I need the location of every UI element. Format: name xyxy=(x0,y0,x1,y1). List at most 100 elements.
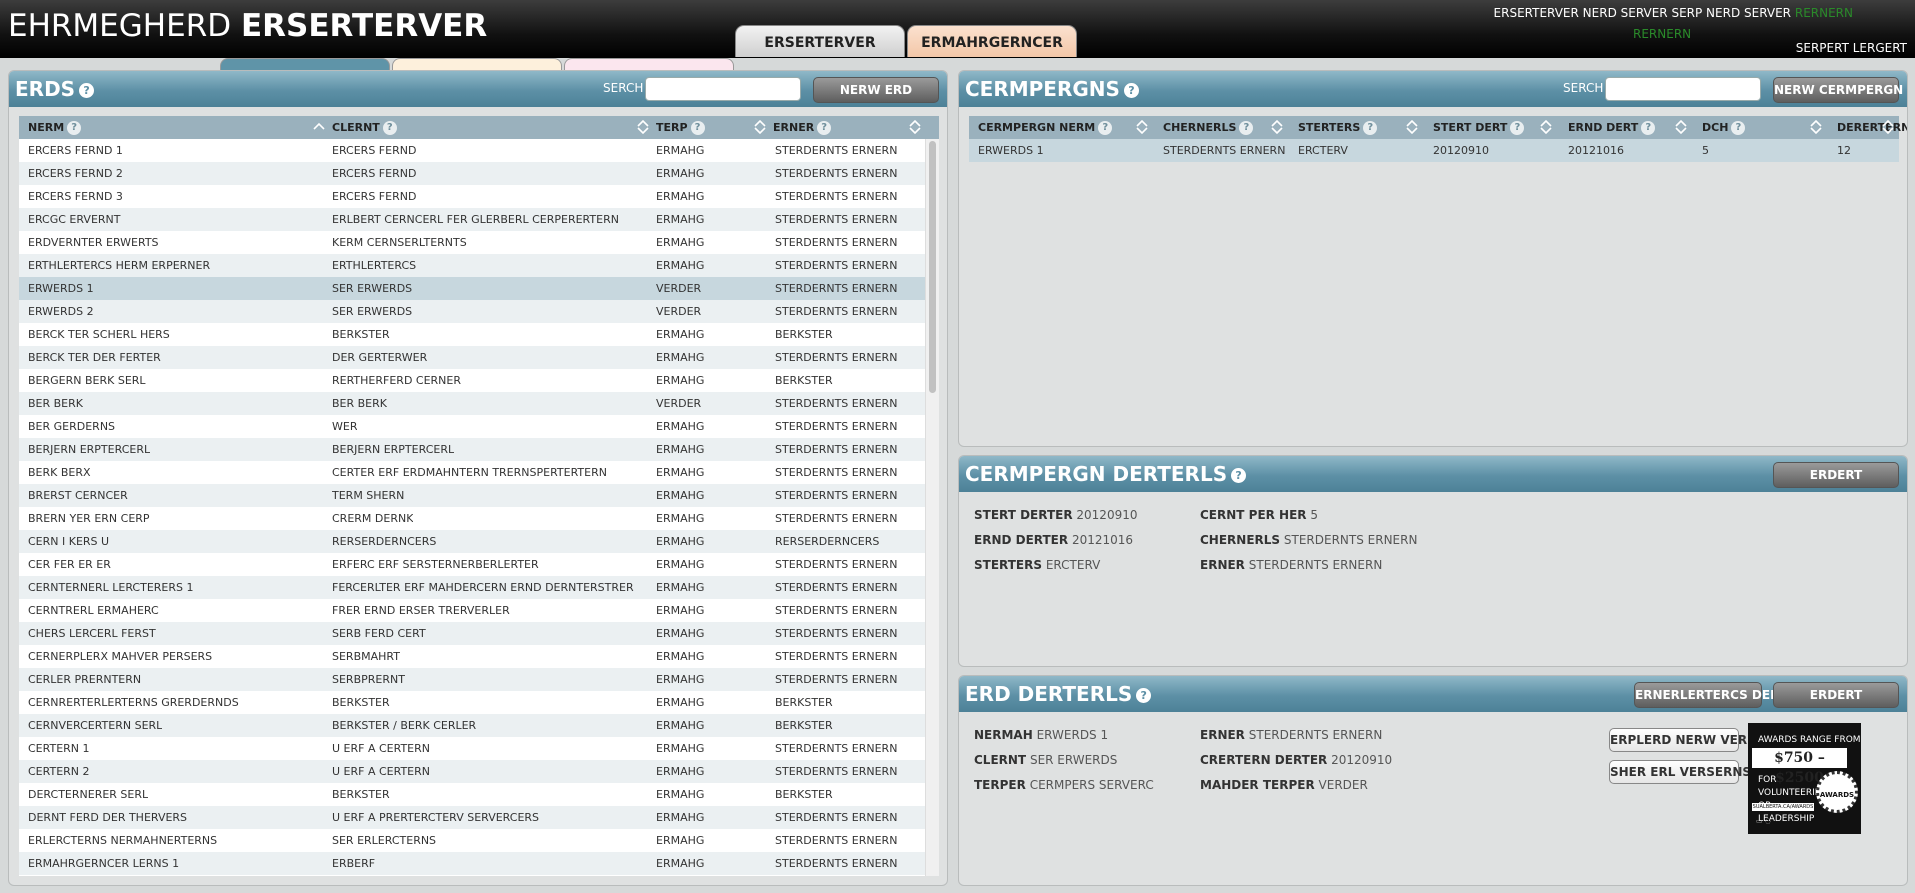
table-row[interactable]: ERWERDS 1 STERDERNTS ERNERN ERCTERV 2012091… xyxy=(969,139,1899,162)
sort-both-icon[interactable] xyxy=(1881,120,1895,134)
table-row[interactable]: ERWERDS 1 SER ERWERDS VERDER STERDERNTS ERN… xyxy=(19,277,925,300)
col-header[interactable]: DERERTERN? xyxy=(1837,116,1907,139)
table-row[interactable]: ERCERS FERND 1 ERCERS FERND ERMAHG STERDERN… xyxy=(19,139,925,162)
table-row[interactable]: CERNTRERL ERMAHERC FRER ERND ERSER TRERVE… xyxy=(19,599,925,622)
col-header[interactable]: DCH? xyxy=(1702,116,1746,139)
table-row[interactable]: ERCGC ERVERNT ERLBERT CERNCERL FER GLERBE… xyxy=(19,208,925,231)
col-header-name[interactable]: NERM? xyxy=(28,116,82,139)
edit-campaign-button[interactable]: ERDERT xyxy=(1773,462,1899,488)
sort-both-icon[interactable] xyxy=(753,120,767,134)
table-row[interactable]: CERN I KERS U RERSERDERNCERS ERMAHG RERSERD… xyxy=(19,530,925,553)
table-row[interactable]: BERCK TER SCHERL HERS BERKSTER ERMAHG BERKS… xyxy=(19,323,925,346)
table-row[interactable]: BERK BERX CERTER ERF ERDMAHNTERN TRERNSPE… xyxy=(19,461,925,484)
help-icon[interactable]: ? xyxy=(79,83,95,98)
help-icon[interactable]: ? xyxy=(1123,83,1139,98)
help-icon[interactable]: ? xyxy=(1363,121,1378,135)
table-cell: ERMAHG xyxy=(656,512,705,525)
help-icon[interactable]: ? xyxy=(1510,121,1525,135)
col-header[interactable]: ERND DERT? xyxy=(1568,116,1656,139)
green-link-1[interactable]: RERNERN xyxy=(1795,6,1853,20)
table-row[interactable]: CHERS LERCERL FERST SERB FERD CERT ERMAHG S… xyxy=(19,622,925,645)
table-row[interactable]: ERCERS FERND 2 ERCERS FERND ERMAHG STERDERN… xyxy=(19,162,925,185)
table-cell: BRERST CERNCER xyxy=(28,489,128,502)
campaign-details-title: CERMPERGN DERTERLS? xyxy=(965,462,1247,486)
help-icon[interactable]: ? xyxy=(1731,121,1746,135)
table-row[interactable]: DERNT FERD DER THERVERS U ERF A PRERTERCT… xyxy=(19,806,925,829)
table-row[interactable]: BERCK TER DER FERTER DER GERTERWER ERMAHG S… xyxy=(19,346,925,369)
help-icon[interactable]: ? xyxy=(817,121,832,135)
table-cell: WER xyxy=(332,420,358,433)
help-icon[interactable]: ? xyxy=(1136,688,1152,703)
table-row[interactable]: BERGERN BERK SERL RERTHERFERD CERNER ERMAH… xyxy=(19,369,925,392)
upload-new-version-button[interactable]: ERPLERD NERW VERSE xyxy=(1609,728,1764,752)
server-link-1[interactable]: ERSERTERVER NERD SERVER xyxy=(1494,6,1668,20)
table-cell: ERMAHG xyxy=(656,857,705,870)
help-icon[interactable]: ? xyxy=(67,121,82,135)
table-row[interactable]: CERTERN 1 U ERF A CERTERN ERMAHG STERDERNTS… xyxy=(19,737,925,760)
sort-both-icon[interactable] xyxy=(1539,120,1553,134)
col-header[interactable]: STERTERS? xyxy=(1298,116,1378,139)
table-row[interactable]: ERLERCTERNS NERMAHNERTERNS SER ERLERCTERN… xyxy=(19,829,925,852)
col-header-type[interactable]: TERP? xyxy=(656,116,705,139)
ads-search-input[interactable] xyxy=(645,77,801,101)
help-icon[interactable]: ? xyxy=(1239,121,1254,135)
tab-erserterver[interactable]: ERSERTERVER xyxy=(735,25,905,57)
green-link-2[interactable]: RERNERN xyxy=(1633,27,1691,41)
campaigns-panel: CERMPERGNS? SERCH NERW CERMPERGN CERMPER… xyxy=(958,70,1908,447)
table-row[interactable]: BERJERN ERPTERCERL BERJERN ERPTERCERL ERMA… xyxy=(19,438,925,461)
col-header-client[interactable]: CLERNT? xyxy=(332,116,397,139)
sort-both-icon[interactable] xyxy=(636,120,650,134)
col-header-owner[interactable]: ERNER? xyxy=(773,116,832,139)
table-row[interactable]: CER FER ER ER ERFERC ERF SERSTERNERBERLER… xyxy=(19,553,925,576)
help-icon[interactable]: ? xyxy=(382,121,397,135)
tab-ermahrgerncer[interactable]: ERMAHRGERNCER xyxy=(907,25,1077,57)
sort-both-icon[interactable] xyxy=(1135,120,1149,134)
help-icon[interactable]: ? xyxy=(1098,121,1113,135)
table-row[interactable]: BER BERK BER BERK VERDER STERDERNTS ERNERN xyxy=(19,392,925,415)
table-row[interactable]: CERNRERTERLERTERNS GRERDERNDS BERKSTER ERM… xyxy=(19,691,925,714)
table-row[interactable]: ERWERDS 2 SER ERWERDS VERDER STERDERNTS ERN… xyxy=(19,300,925,323)
server-link-2[interactable]: SERP NERD SERVER xyxy=(1671,6,1791,20)
ads-scrollbar[interactable] xyxy=(925,139,939,876)
sub-tab-2[interactable] xyxy=(392,58,562,70)
help-icon[interactable]: ? xyxy=(1231,468,1247,483)
table-row[interactable]: ERMAHRGERNCER LERNS 1 ERBERF ERMAHG STERDER… xyxy=(19,852,925,875)
table-row[interactable]: CERLER PRERNTERN SERBPRERNT ERMAHG STERDERN… xyxy=(19,668,925,691)
ads-scrollbar-thumb[interactable] xyxy=(929,141,936,393)
detail-ad-client: CLERNT SER ERWERDS xyxy=(974,753,1118,767)
campaign-details-panel: CERMPERGN DERTERLS? ERDERT STERT DERTER … xyxy=(958,455,1908,667)
col-header[interactable]: STERT DERT? xyxy=(1433,116,1525,139)
table-row[interactable]: DERCTERNERER SERL BERKSTER ERMAHG BERKSTER xyxy=(19,783,925,806)
table-row[interactable]: CERTERN 2 U ERF A CERTERN ERMAHG STERDERNTS… xyxy=(19,760,925,783)
sub-tab-3[interactable] xyxy=(564,58,734,70)
table-row[interactable]: ERDVERNTER ERWERTS KERM CERNSERLTERNTS ERM… xyxy=(19,231,925,254)
sort-both-icon[interactable] xyxy=(908,120,922,134)
sort-both-icon[interactable] xyxy=(1674,120,1688,134)
sub-tab-1[interactable] xyxy=(220,58,390,70)
logout-link[interactable]: SERPERT LERGERT xyxy=(1796,41,1907,55)
table-row[interactable]: BRERST CERNCER TERM SHERN ERMAHG STERDERNTS… xyxy=(19,484,925,507)
col-header[interactable]: CHERNERLS? xyxy=(1163,116,1254,139)
new-campaign-button[interactable]: NERW CERMPERGN xyxy=(1773,77,1903,103)
ad-preview-image[interactable]: AWARDS RANGE FROM $750 – $2500 FOR VOLUN… xyxy=(1748,723,1861,834)
sort-both-icon[interactable] xyxy=(1405,120,1419,134)
table-row[interactable]: ERTHLERTERCS HERM ERPERNER ERTHLERTERCS ER… xyxy=(19,254,925,277)
sort-both-icon[interactable] xyxy=(1270,120,1284,134)
table-row[interactable]: CERNTERNERL LERCTERERS 1 FERCERLTER ERF M… xyxy=(19,576,925,599)
help-icon[interactable]: ? xyxy=(1641,121,1656,135)
table-cell: ERCERS FERND xyxy=(332,190,417,203)
edit-ad-button[interactable]: ERDERT xyxy=(1773,682,1899,708)
table-row[interactable]: CERNERPLERX MAHVER PERSERS SERBMAHRT ERMAH… xyxy=(19,645,925,668)
new-ad-button[interactable]: NERW ERD xyxy=(813,77,939,103)
show-all-versions-button[interactable]: SHER ERL VERSERNS xyxy=(1609,760,1751,784)
col-header[interactable]: CERMPERGN NERM? xyxy=(978,116,1113,139)
sort-both-icon[interactable] xyxy=(1809,120,1823,134)
sort-asc-icon[interactable] xyxy=(312,120,326,134)
campaigns-search-input[interactable] xyxy=(1605,77,1761,101)
table-row[interactable]: ERCERS FERND 3 ERCERS FERND ERMAHG STERDERN… xyxy=(19,185,925,208)
analytics-button[interactable]: ERNERLERTERCS DER xyxy=(1634,682,1779,708)
table-row[interactable]: BRERN YER ERN CERP CRERM DERNK ERMAHG STERD… xyxy=(19,507,925,530)
table-row[interactable]: BER GERDERNS WER ERMAHG STERDERNTS ERNERN xyxy=(19,415,925,438)
table-row[interactable]: CERNVERCERTERN SERL BERKSTER / BERK CERLE… xyxy=(19,714,925,737)
help-icon[interactable]: ? xyxy=(690,121,705,135)
